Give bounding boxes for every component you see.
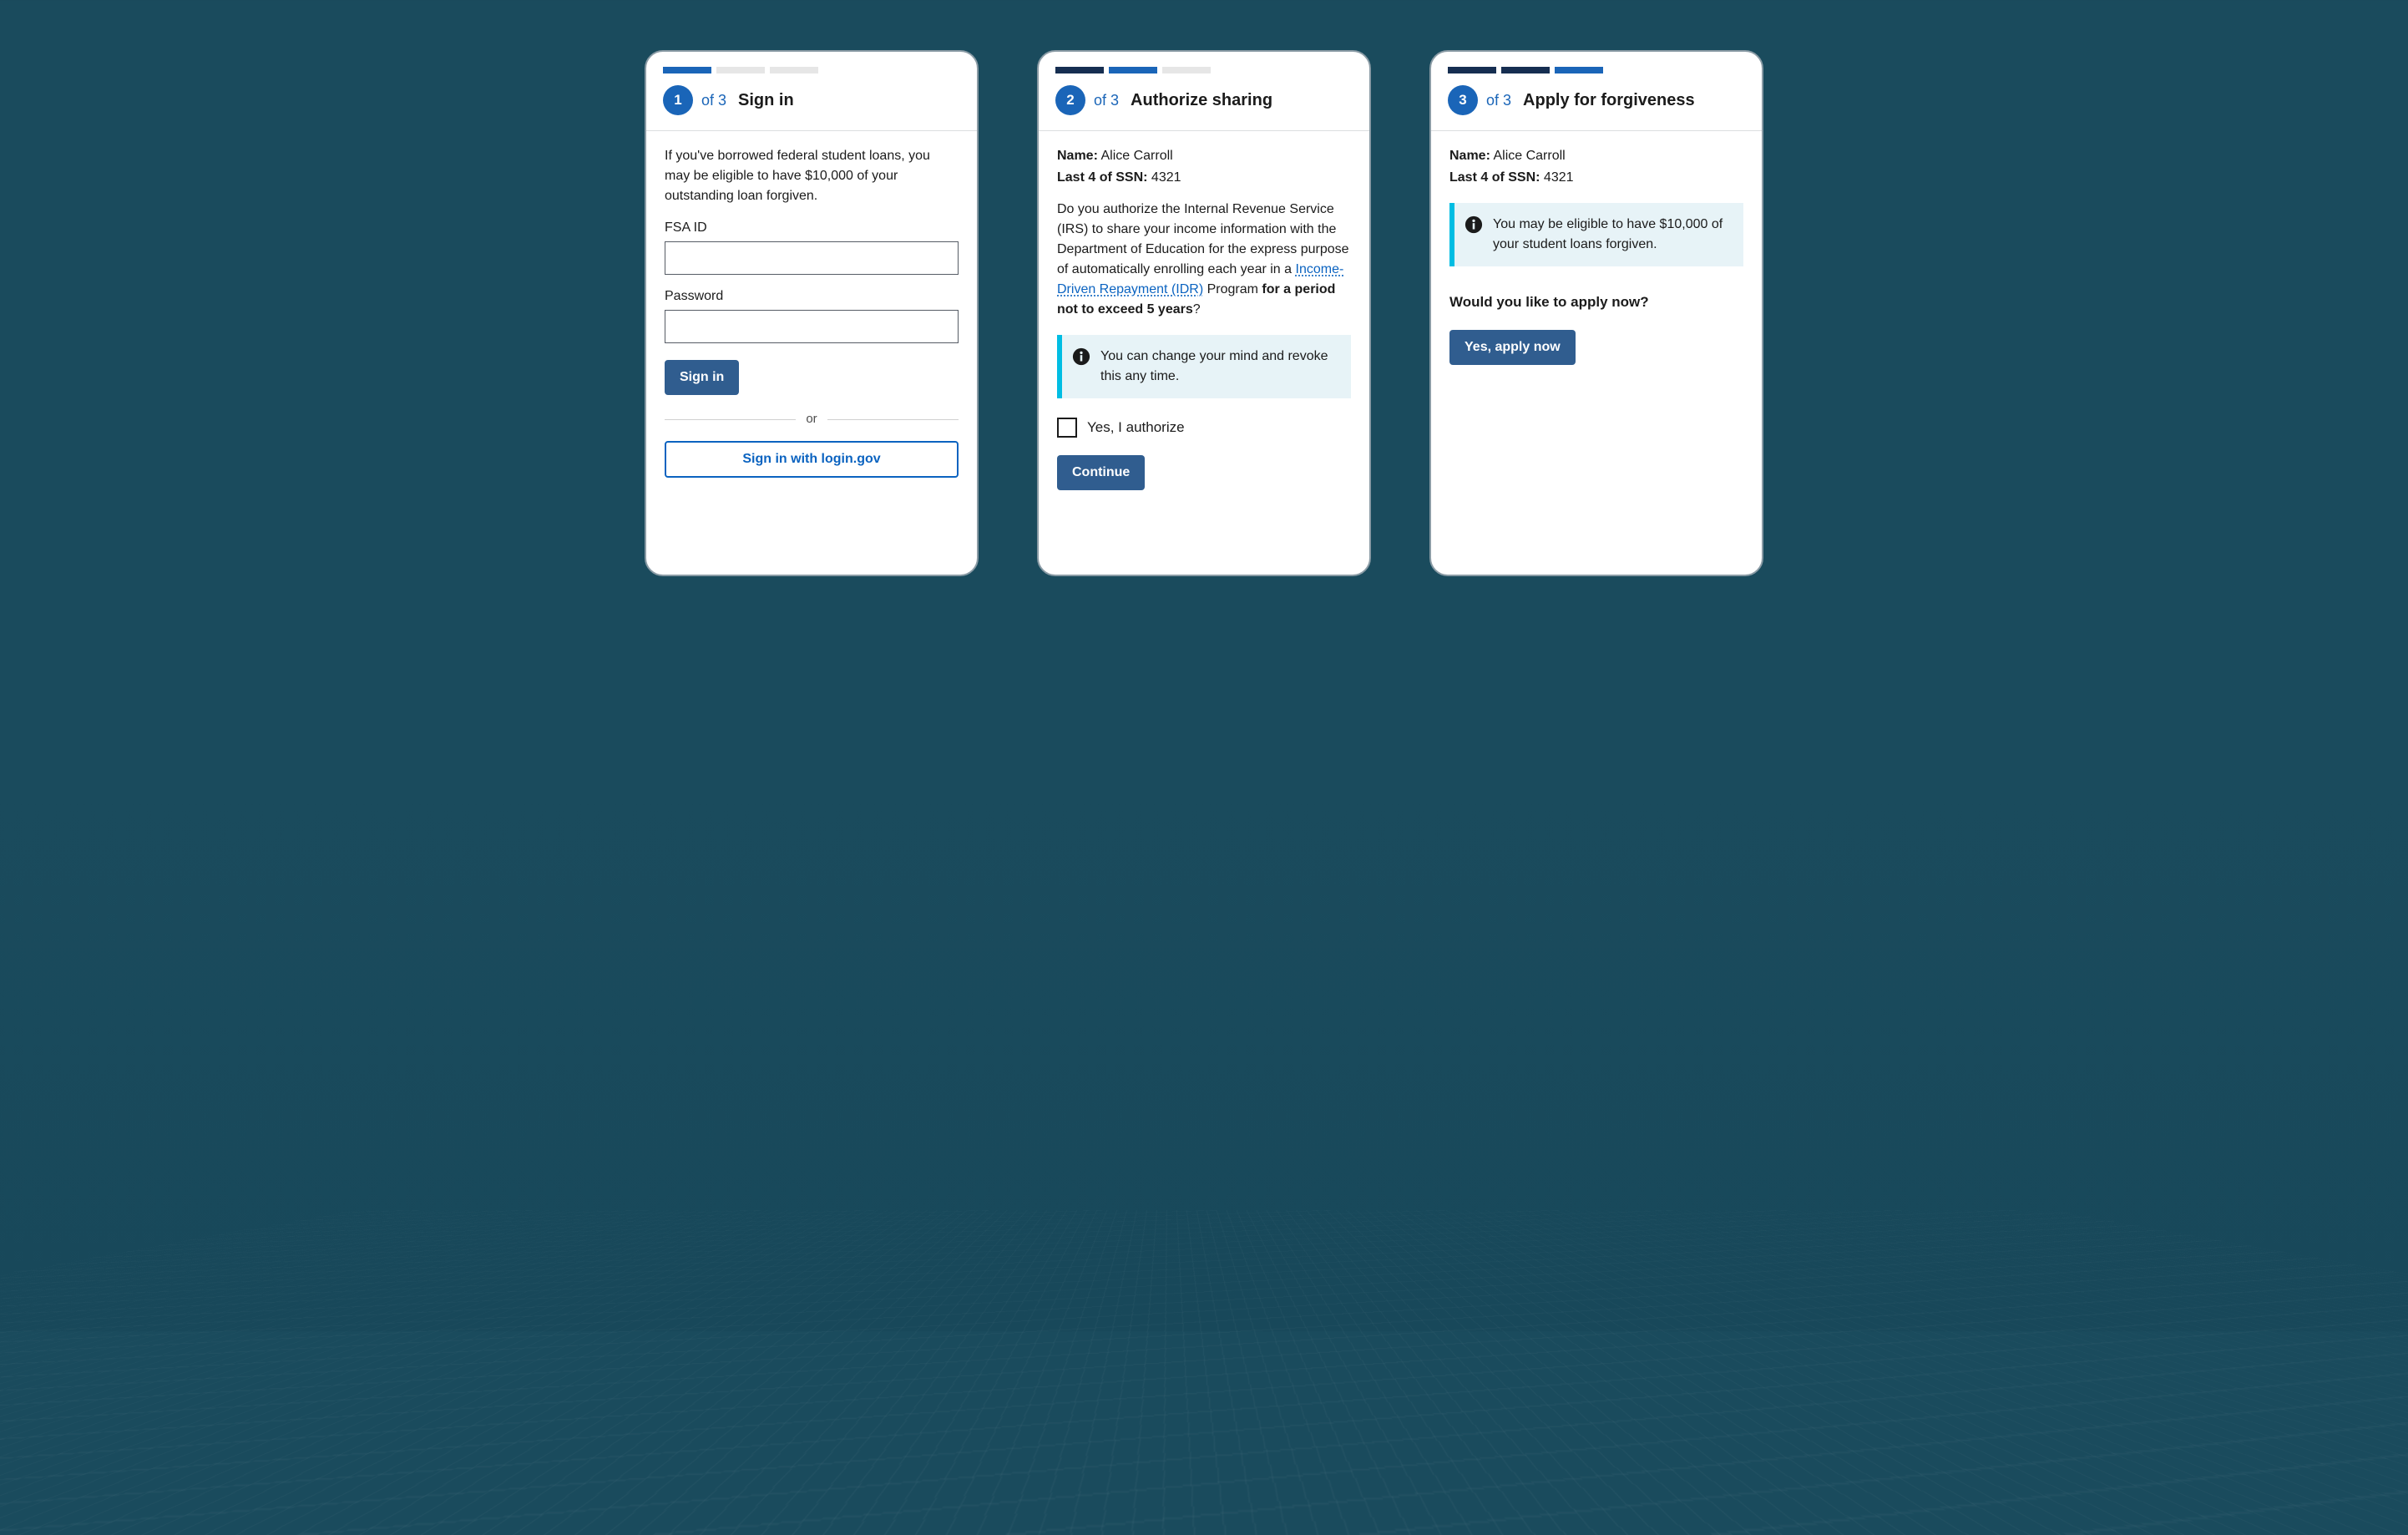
step-header: 2 of 3 Authorize sharing [1039,73,1369,131]
progress-seg-2 [1109,67,1157,73]
step-title: Sign in [738,91,794,110]
phone-step-1: 1 of 3 Sign in If you've borrowed federa… [645,50,979,576]
sign-in-button[interactable]: Sign in [665,360,739,395]
info-text: You can change your mind and revoke this… [1100,347,1338,387]
phone-step-2: 2 of 3 Authorize sharing Name: Alice Car… [1037,50,1371,576]
step-title: Authorize sharing [1131,91,1272,110]
step-number-badge: 2 [1055,85,1085,115]
progress-seg-3 [1555,67,1603,73]
apply-now-button[interactable]: Yes, apply now [1449,330,1576,365]
progress-bar [1039,52,1369,73]
progress-bar [1431,52,1762,73]
or-divider: or [665,410,959,429]
step-number-badge: 3 [1448,85,1478,115]
info-text: You may be eligible to have $10,000 of y… [1493,215,1730,255]
step-body: Name: Alice Carroll Last 4 of SSN: 4321 … [1431,131,1762,383]
progress-bar [646,52,977,73]
step-number-badge: 1 [663,85,693,115]
fsa-id-label: FSA ID [665,218,959,238]
progress-seg-1 [1055,67,1104,73]
authorize-checkbox-row[interactable]: Yes, I authorize [1057,417,1351,438]
user-name-line: Name: Alice Carroll [1057,146,1351,166]
step-body: If you've borrowed federal student loans… [646,131,977,496]
info-icon [1465,215,1483,234]
fsa-id-input[interactable] [665,241,959,275]
ssn-line: Last 4 of SSN: 4321 [1057,168,1351,188]
step-of-label: of 3 [1094,92,1119,109]
password-label: Password [665,286,959,306]
info-callout: You can change your mind and revoke this… [1057,335,1351,398]
step-of-label: of 3 [1486,92,1511,109]
progress-seg-2 [716,67,765,73]
user-name-line: Name: Alice Carroll [1449,146,1743,166]
authorize-checkbox[interactable] [1057,418,1077,438]
authorize-question: Do you authorize the Internal Revenue Se… [1057,200,1351,320]
step-body: Name: Alice Carroll Last 4 of SSN: 4321 … [1039,131,1369,509]
progress-seg-3 [770,67,818,73]
progress-seg-2 [1501,67,1550,73]
progress-seg-1 [663,67,711,73]
progress-seg-1 [1448,67,1496,73]
step-of-label: of 3 [701,92,726,109]
step-header: 1 of 3 Sign in [646,73,977,131]
info-icon [1072,347,1090,366]
apply-question: Would you like to apply now? [1449,291,1743,313]
or-label: or [806,410,817,429]
info-callout: You may be eligible to have $10,000 of y… [1449,203,1743,266]
progress-seg-3 [1162,67,1211,73]
step-header: 3 of 3 Apply for forgiveness [1431,73,1762,131]
continue-button[interactable]: Continue [1057,455,1145,490]
password-input[interactable] [665,310,959,343]
login-gov-button[interactable]: Sign in with login.gov [665,441,959,478]
ssn-line: Last 4 of SSN: 4321 [1449,168,1743,188]
authorize-checkbox-label: Yes, I authorize [1087,417,1185,438]
intro-text: If you've borrowed federal student loans… [665,146,959,206]
phone-step-3: 3 of 3 Apply for forgiveness Name: Alice… [1429,50,1763,576]
step-title: Apply for forgiveness [1523,91,1695,110]
